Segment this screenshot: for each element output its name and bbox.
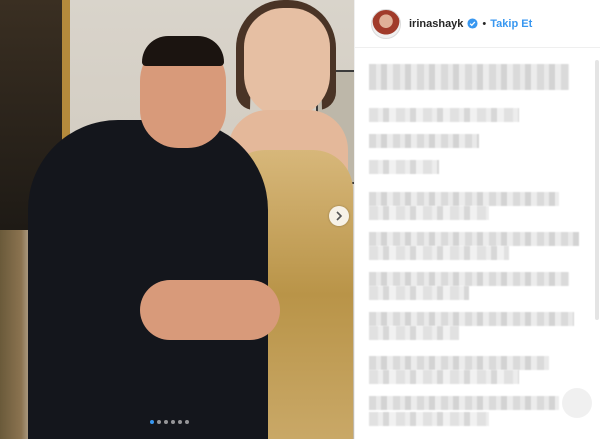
- blurred-comment: [369, 108, 519, 122]
- blurred-comment: [369, 326, 459, 340]
- photo-person-arm: [140, 280, 280, 340]
- blurred-comment: [369, 370, 519, 384]
- blurred-comment: [369, 286, 469, 300]
- header-separator: •: [482, 17, 487, 30]
- username-link[interactable]: irinashayk: [409, 18, 463, 30]
- photo-person-hair: [142, 36, 224, 66]
- blurred-comment: [369, 412, 489, 426]
- comments-scrollbar[interactable]: [595, 60, 599, 320]
- blurred-comment: [369, 192, 559, 206]
- carousel-dots: [150, 420, 189, 424]
- post-header: irinashayk • Takip Et: [355, 0, 600, 48]
- carousel-dot: [185, 420, 189, 424]
- blurred-comment: [369, 206, 489, 220]
- watermark-logo: [562, 388, 592, 418]
- verified-badge-icon: [467, 18, 478, 29]
- carousel-next-button[interactable]: [329, 206, 349, 226]
- blurred-comment: [369, 232, 579, 246]
- follow-button[interactable]: Takip Et: [490, 18, 532, 30]
- blurred-comment: [369, 246, 509, 260]
- post-photo[interactable]: [0, 0, 354, 439]
- blurred-comment: [369, 64, 569, 90]
- carousel-dot: [171, 420, 175, 424]
- blurred-comment: [369, 312, 574, 326]
- carousel-dot: [150, 420, 154, 424]
- chevron-right-icon: [336, 211, 343, 221]
- carousel-dot: [178, 420, 182, 424]
- blurred-comment: [369, 396, 559, 410]
- blurred-comment: [369, 134, 479, 148]
- blurred-comment: [369, 356, 549, 370]
- comments-area-blurred: [369, 56, 593, 434]
- blurred-comment: [369, 160, 439, 174]
- carousel-dot: [164, 420, 168, 424]
- carousel-dot: [157, 420, 161, 424]
- photo-person-face: [244, 8, 330, 118]
- instagram-post: irinashayk • Takip Et: [0, 0, 600, 439]
- avatar[interactable]: [371, 8, 401, 39]
- post-side-panel: irinashayk • Takip Et: [354, 0, 600, 439]
- blurred-comment: [369, 272, 569, 286]
